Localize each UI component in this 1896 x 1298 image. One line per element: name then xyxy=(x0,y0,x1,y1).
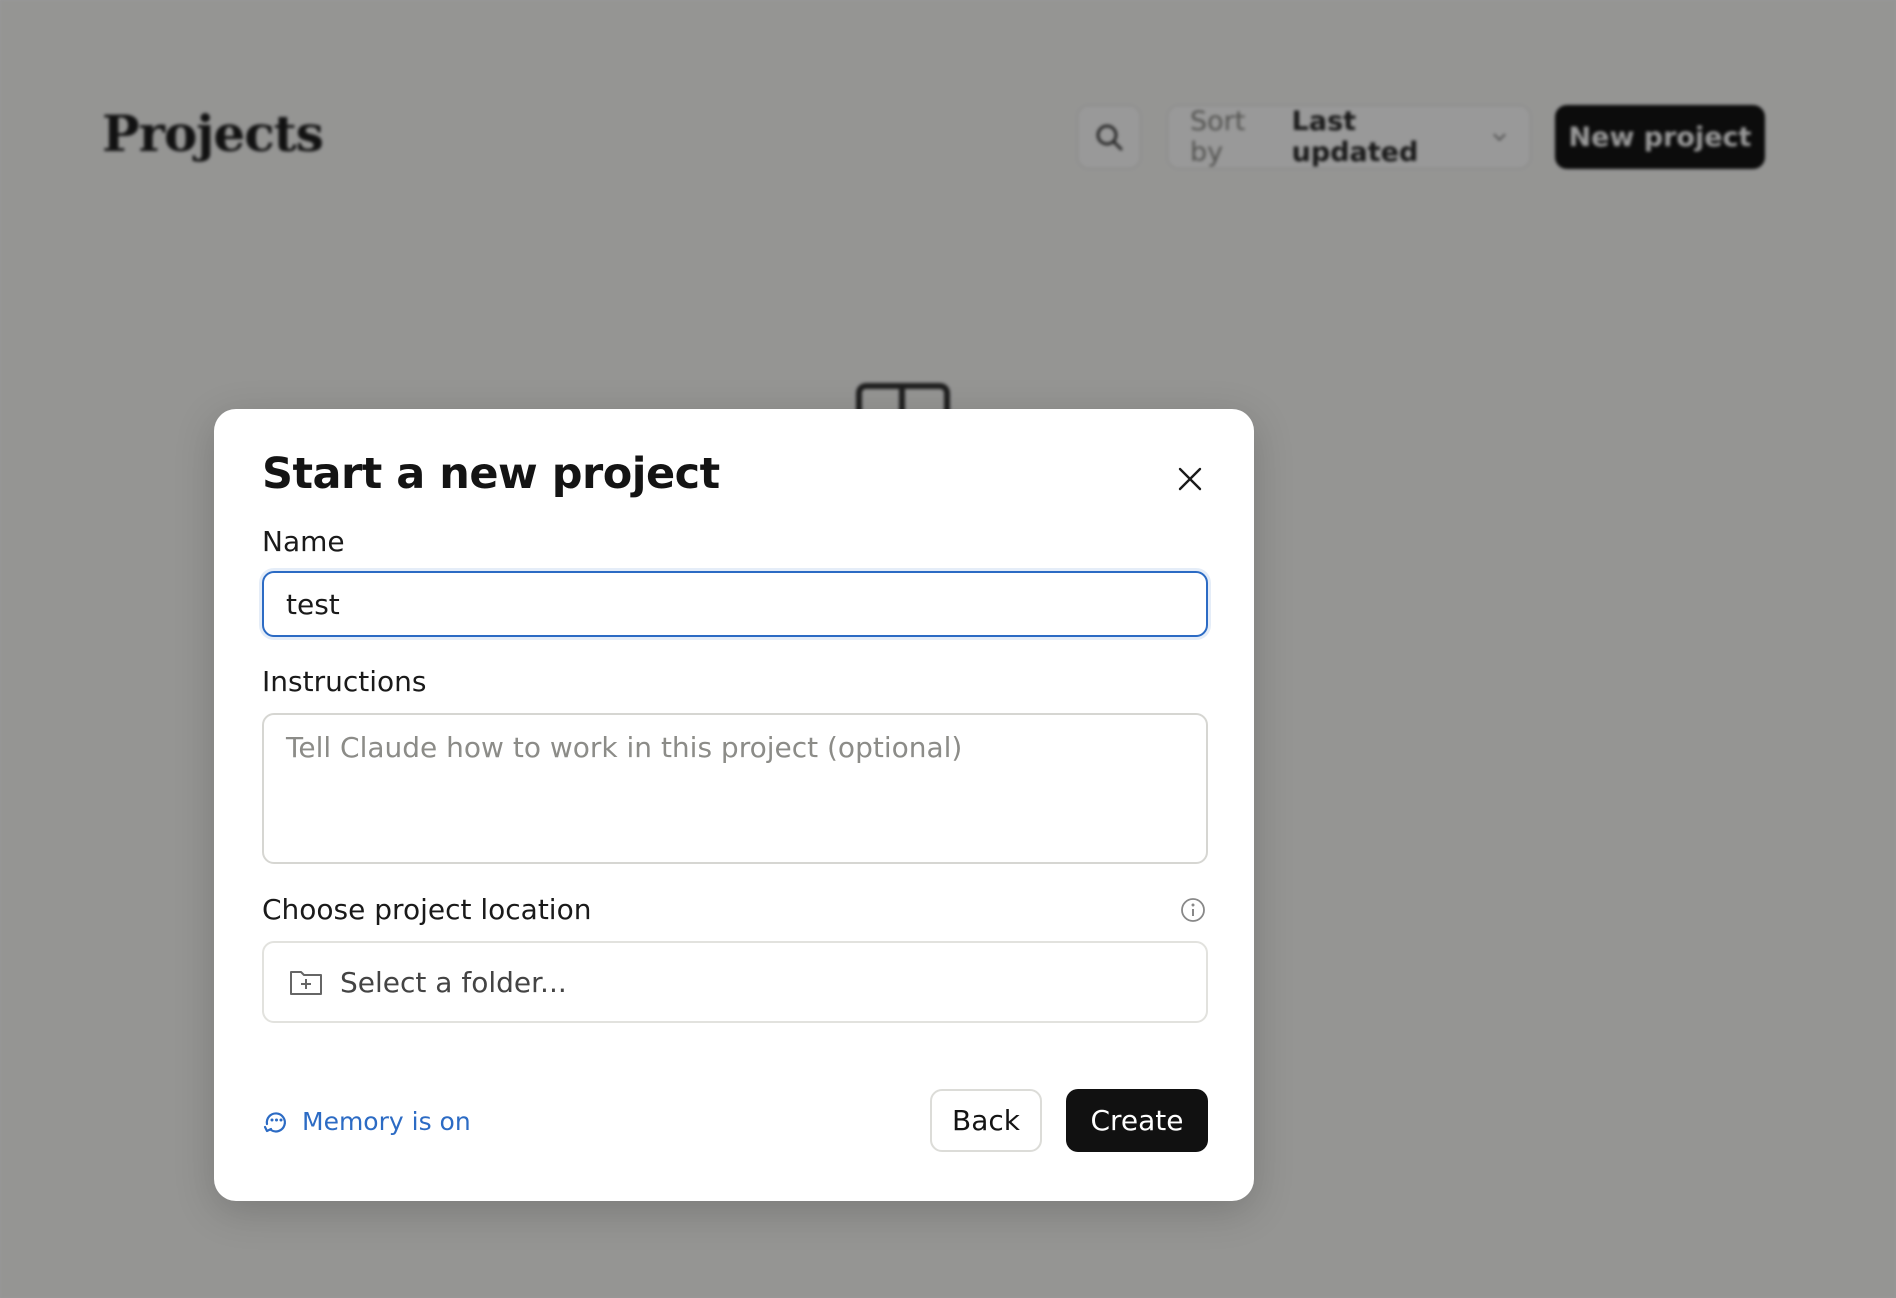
instructions-input[interactable] xyxy=(262,713,1208,864)
location-label: Choose project location xyxy=(262,893,592,926)
folder-plus-icon xyxy=(290,971,322,995)
dialog-title: Start a new project xyxy=(262,449,720,499)
back-button[interactable]: Back xyxy=(930,1089,1042,1152)
folder-select[interactable]: Select a folder... xyxy=(262,941,1208,1023)
name-label: Name xyxy=(262,525,345,558)
create-button[interactable]: Create xyxy=(1066,1089,1208,1152)
memory-status-text: Memory is on xyxy=(302,1106,471,1136)
close-button[interactable] xyxy=(1170,459,1210,499)
memory-status-link[interactable]: Memory is on xyxy=(262,1104,471,1138)
name-input[interactable] xyxy=(262,571,1208,637)
folder-placeholder: Select a folder... xyxy=(340,965,567,999)
info-icon[interactable] xyxy=(1180,897,1206,923)
memory-icon xyxy=(263,1112,286,1133)
close-icon xyxy=(1178,467,1202,491)
instructions-label: Instructions xyxy=(262,665,427,698)
new-project-dialog: Start a new project Name Instructions Ch… xyxy=(214,409,1254,1201)
